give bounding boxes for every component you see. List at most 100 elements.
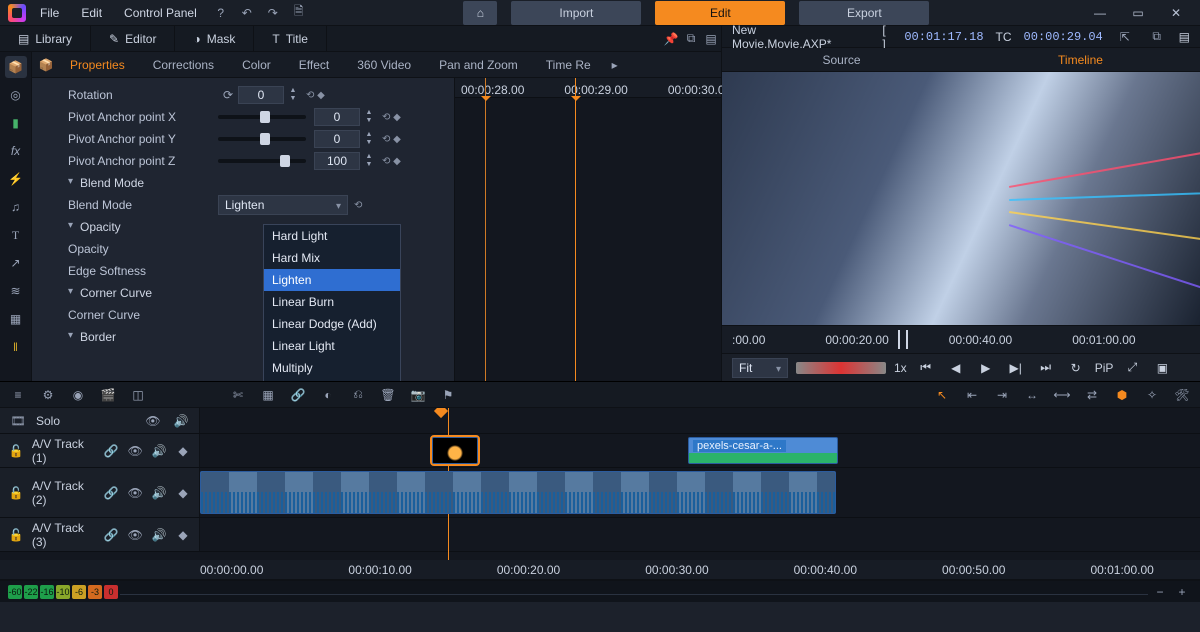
video-preview[interactable] — [722, 72, 1200, 325]
tab-title[interactable]: TTitle — [254, 26, 327, 51]
group-blend-mode[interactable]: Blend Mode — [68, 176, 218, 190]
tl-disc-icon[interactable]: ◉ — [68, 385, 88, 405]
pv-playhead[interactable] — [898, 330, 908, 349]
menu-control-panel[interactable]: Control Panel — [116, 3, 205, 23]
subtab-properties[interactable]: Properties — [56, 52, 139, 77]
mode-export[interactable]: Export — [799, 1, 929, 25]
group-opacity[interactable]: Opacity — [68, 220, 218, 234]
mini-marker[interactable] — [485, 78, 486, 381]
go-end-icon[interactable]: ⏭ — [1035, 357, 1057, 379]
magnet-icon[interactable]: ⬢ — [1112, 385, 1132, 405]
maximize-icon[interactable]: ▭ — [1122, 2, 1154, 24]
track-speaker-icon[interactable]: 🔊 — [151, 441, 167, 461]
blend-option[interactable]: Hard Mix — [264, 247, 400, 269]
pivot-z-value[interactable]: 100 — [314, 152, 360, 170]
layout-icon[interactable]: ⧉ — [681, 29, 701, 49]
undo-icon[interactable]: ↶ — [237, 3, 257, 23]
pivot-x-value[interactable]: 0 — [314, 108, 360, 126]
tab-timeline[interactable]: Timeline — [961, 48, 1200, 71]
tab-editor[interactable]: ✎Editor — [91, 26, 175, 51]
timecode-position[interactable]: 00:01:17.18 — [904, 30, 983, 44]
blend-option[interactable]: Linear Burn — [264, 291, 400, 313]
slip-icon[interactable]: ↔ — [1022, 385, 1042, 405]
step-forward-icon[interactable]: ▶| — [1005, 357, 1027, 379]
pin-icon[interactable]: 📌 — [661, 29, 681, 49]
zoom-out-icon[interactable]: − — [1150, 582, 1170, 602]
tab-library[interactable]: ▤Library — [0, 26, 91, 51]
zoom-in-icon[interactable]: + — [1172, 582, 1192, 602]
track-lock-icon[interactable]: 🔓 — [8, 483, 24, 503]
pointer-tool-icon[interactable]: ↖ — [932, 385, 952, 405]
keyframe-toggle[interactable]: ⟲ ◆ — [382, 156, 401, 167]
track-speaker-icon[interactable]: 🔊 — [151, 525, 167, 545]
timeline-marker[interactable] — [434, 408, 448, 418]
rotation-dial-icon[interactable]: ⟳ — [218, 85, 238, 105]
trim-icon[interactable]: ⟷ — [1052, 385, 1072, 405]
tool-layers-icon[interactable]: ≋ — [5, 280, 27, 302]
popout-icon[interactable]: ⇱ — [1115, 27, 1135, 47]
play-icon[interactable]: ▶ — [975, 357, 997, 379]
blend-option[interactable]: Hard Light — [264, 225, 400, 247]
tool-text-icon[interactable]: T — [5, 224, 27, 246]
close-icon[interactable]: ✕ — [1160, 2, 1192, 24]
ripple-icon[interactable]: ⇄ — [1082, 385, 1102, 405]
pivot-y-slider[interactable] — [218, 137, 306, 141]
solo-film-icon[interactable]: 🎞 — [8, 411, 28, 431]
timeline-clip[interactable] — [432, 437, 478, 464]
blend-option-selected[interactable]: Lighten — [264, 269, 400, 291]
track-link-icon[interactable]: 🔗 — [103, 483, 119, 503]
tool-template-icon[interactable]: ▦ — [5, 308, 27, 330]
tool-bolt-icon[interactable]: ⚡ — [5, 168, 27, 190]
tl-marker-icon[interactable]: ⚑ — [438, 385, 458, 405]
pivot-y-value[interactable]: 0 — [314, 130, 360, 148]
blend-option[interactable]: Multiply — [264, 357, 400, 379]
jog-shuttle[interactable] — [796, 362, 886, 374]
group-border[interactable]: Border — [68, 330, 218, 344]
track-eye-icon[interactable]: 👁 — [143, 411, 163, 431]
track-link-icon[interactable]: 🔗 — [103, 525, 119, 545]
track-eye-icon[interactable]: 👁 — [127, 483, 143, 503]
track-eye-icon[interactable]: 👁 — [127, 525, 143, 545]
track-speaker-icon[interactable]: 🔊 — [171, 411, 191, 431]
subtab-panzoom[interactable]: Pan and Zoom — [425, 52, 532, 77]
tl-link-icon[interactable]: 🔗 — [288, 385, 308, 405]
tool-bars-icon[interactable]: ‖ — [5, 336, 27, 358]
document-icon[interactable]: 🗎 — [289, 3, 309, 23]
redo-icon[interactable]: ↷ — [263, 3, 283, 23]
menu-edit[interactable]: Edit — [73, 3, 110, 23]
tl-3d-icon[interactable]: ◫ — [128, 385, 148, 405]
track-keyframe-icon[interactable]: ◆ — [175, 441, 191, 461]
mode-import[interactable]: Import — [511, 1, 641, 25]
tl-grid-icon[interactable]: ▦ — [258, 385, 278, 405]
loop-icon[interactable]: ↻ — [1065, 357, 1087, 379]
tab-mask[interactable]: ◑Mask — [175, 26, 254, 51]
track-keyframe-icon[interactable]: ◆ — [175, 483, 191, 503]
blend-option[interactable]: Linear Dodge (Add) — [264, 313, 400, 335]
timecode-duration[interactable]: 00:00:29.04 — [1024, 30, 1103, 44]
blend-option[interactable]: Overlay — [264, 379, 400, 381]
subtab-color[interactable]: Color — [228, 52, 285, 77]
tl-wrench-icon[interactable]: 🛠 — [1172, 385, 1192, 405]
tl-camera-icon[interactable]: 📷 — [408, 385, 428, 405]
tool-target-icon[interactable]: ◎ — [5, 84, 27, 106]
tl-clapper-icon[interactable]: 🎬 — [98, 385, 118, 405]
tl-gear-icon[interactable]: ⚙ — [38, 385, 58, 405]
pivot-z-slider[interactable] — [218, 159, 306, 163]
track-eye-icon[interactable]: 👁 — [127, 441, 143, 461]
playback-speed[interactable]: 1x — [894, 361, 907, 375]
track-speaker-icon[interactable]: 🔊 — [151, 483, 167, 503]
zoom-fit-select[interactable]: Fit — [732, 358, 788, 378]
subtab-corrections[interactable]: Corrections — [139, 52, 228, 77]
pivot-x-stepper[interactable]: ▲▼ — [362, 108, 376, 126]
tool-music-icon[interactable]: ♫ — [5, 196, 27, 218]
reset-icon[interactable]: ⟲ — [354, 200, 362, 211]
blend-mode-select[interactable]: Lighten — [218, 195, 348, 215]
keyframe-toggle[interactable]: ⟲ ◆ — [382, 112, 401, 123]
track-keyframe-icon[interactable]: ◆ — [175, 525, 191, 545]
subtab-effect[interactable]: Effect — [285, 52, 343, 77]
safe-area-icon[interactable]: ▣ — [1151, 357, 1173, 379]
go-start-icon[interactable]: ⏮ — [915, 357, 937, 379]
mode-edit[interactable]: Edit — [655, 1, 785, 25]
pivot-y-stepper[interactable]: ▲▼ — [362, 130, 376, 148]
timeline-clip[interactable]: pexels-cesar-a-... — [688, 437, 838, 464]
